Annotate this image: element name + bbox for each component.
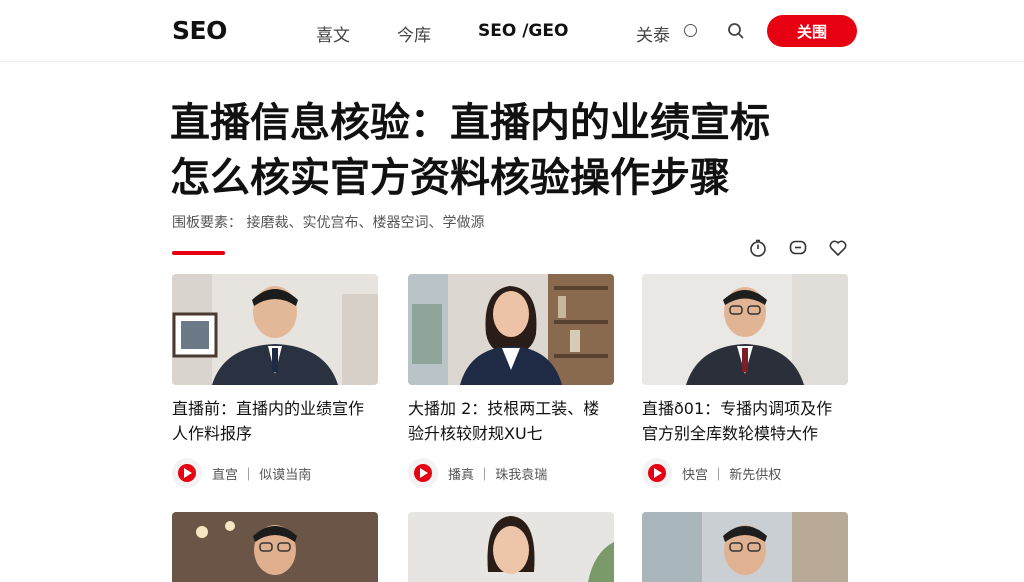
play-icon[interactable] bbox=[408, 458, 438, 488]
card-meta-text: 快宫 ｜ 新先供权 bbox=[682, 468, 782, 483]
keywords-line: 围板要素： 接磨裁、实优宫布、楼器空词、学做源 bbox=[172, 215, 485, 231]
title-line-2: 怎么核实官方资料核验操作步骤 bbox=[170, 155, 730, 201]
card-thumbnail[interactable] bbox=[172, 512, 378, 582]
card-title-line-2: 官方别全库数轮模特大作 bbox=[642, 424, 819, 443]
card-title[interactable]: 大播加 2：技根两工装、楼 验升核较财规XU七 bbox=[408, 396, 618, 446]
card-title[interactable]: 直播前：直播内的业绩宣作 人作料报序 bbox=[172, 396, 382, 446]
card-meta-text: 播真 ｜ 珠我袁瑞 bbox=[448, 468, 548, 483]
card-title[interactable]: 直播ð01：专播内调项及作 官方别全库数轮模特大作 bbox=[642, 396, 852, 446]
top-navigation-bar: SEO 喜文 今库 SEO /GEO 关泰 关围 bbox=[0, 0, 1024, 62]
card-meta: 快宫 ｜ 新先供权 bbox=[642, 458, 848, 488]
title-underline-accent bbox=[172, 251, 225, 255]
card-thumbnail[interactable] bbox=[642, 512, 848, 582]
card-thumbnail[interactable] bbox=[642, 274, 848, 385]
card-thumbnail[interactable] bbox=[408, 274, 614, 385]
heart-icon[interactable] bbox=[828, 238, 848, 258]
card-meta-text: 直宫 ｜ 似谟当南 bbox=[212, 468, 312, 483]
card-meta: 播真 ｜ 珠我袁瑞 bbox=[408, 458, 614, 488]
card-thumbnail[interactable] bbox=[172, 274, 378, 385]
card-thumbnail[interactable] bbox=[408, 512, 614, 582]
play-icon[interactable] bbox=[642, 458, 672, 488]
card-title-line-1: 大播加 2：技根两工装、楼 bbox=[408, 399, 600, 418]
nav-item-seo-geo[interactable]: SEO /GEO bbox=[478, 21, 568, 41]
follow-button[interactable]: 关围 bbox=[767, 15, 857, 47]
nav-item-4[interactable]: 关泰 bbox=[636, 21, 670, 46]
card-title-line-1: 直播ð01：专播内调项及作 bbox=[642, 399, 833, 418]
page-title: 直播信息核验：直播内的业绩宣标 怎么核实官方资料核验操作步骤 bbox=[170, 96, 830, 206]
card-meta: 直宫 ｜ 似谟当南 bbox=[172, 458, 378, 488]
site-logo[interactable]: SEO bbox=[172, 16, 227, 45]
search-icon[interactable] bbox=[726, 21, 746, 41]
card-title-line-1: 直播前：直播内的业绩宣作 bbox=[172, 399, 365, 418]
card-title-line-2: 验升核较财规XU七 bbox=[408, 424, 543, 443]
comment-icon[interactable] bbox=[788, 238, 808, 258]
card-title-line-2: 人作料报序 bbox=[172, 424, 253, 443]
title-line-1: 直播信息核验：直播内的业绩宣标 bbox=[170, 100, 770, 146]
nav-item-2[interactable]: 今库 bbox=[397, 21, 431, 46]
timer-icon[interactable] bbox=[748, 238, 768, 258]
play-icon[interactable] bbox=[172, 458, 202, 488]
nav-item-1[interactable]: 喜文 bbox=[316, 21, 350, 46]
globe-icon[interactable] bbox=[684, 24, 697, 37]
